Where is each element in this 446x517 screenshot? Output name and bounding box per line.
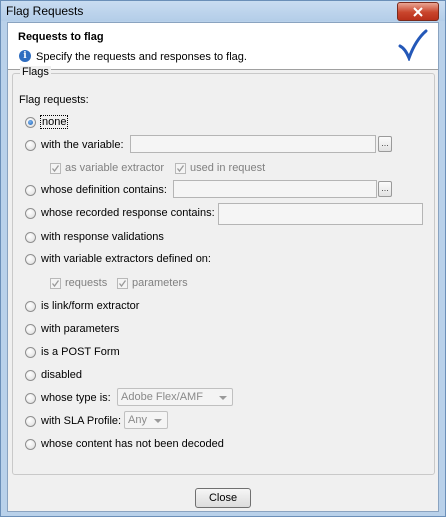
option-none[interactable]: none [25, 115, 69, 129]
option-response-validations[interactable]: with response validations [25, 231, 164, 243]
type-select-value: Adobe Flex/AMF [121, 391, 203, 403]
info-icon: i [19, 50, 31, 62]
chevron-down-icon [219, 396, 227, 400]
check-icon [176, 164, 185, 172]
parameters-label: parameters [132, 277, 188, 289]
option-none-label: none [39, 115, 69, 129]
variable-browse-button[interactable]: ... [378, 136, 392, 152]
check-icon [118, 279, 127, 287]
option-with-parameters-label: with parameters [41, 323, 120, 335]
as-variable-extractor-checkbox[interactable] [50, 162, 61, 174]
option-definition-contains-label: whose definition contains: [41, 184, 167, 196]
option-not-decoded[interactable]: whose content has not been decoded [25, 438, 224, 450]
title-bar[interactable]: Flag Requests [1, 1, 445, 21]
radio-disabled[interactable] [25, 369, 36, 381]
definition-browse-button[interactable]: ... [378, 181, 392, 197]
response-field[interactable] [218, 203, 423, 225]
option-sla-profile-label: with SLA Profile: [41, 415, 122, 427]
option-with-parameters[interactable]: with parameters [25, 323, 119, 335]
requests-label: requests [65, 277, 108, 289]
check-parameters[interactable]: parameters [117, 277, 188, 289]
option-response-contains-label: whose recorded response contains: [41, 207, 215, 219]
type-select[interactable]: Adobe Flex/AMF [117, 388, 233, 406]
chevron-down-icon [154, 419, 162, 423]
check-as-variable-extractor[interactable]: as variable extractor [50, 162, 164, 174]
option-extractors-defined-on-label: with variable extractors defined on: [41, 253, 211, 265]
definition-field[interactable] [173, 180, 377, 198]
dialog-header: Requests to flag i Specify the requests … [8, 23, 438, 70]
header-description: Specify the requests and responses to fl… [36, 51, 247, 63]
sla-select-value: Any [128, 414, 147, 426]
dialog-body: Requests to flag i Specify the requests … [7, 22, 439, 512]
radio-sla-profile[interactable] [25, 415, 36, 427]
parameters-checkbox[interactable] [117, 277, 128, 289]
radio-extractors-defined-on[interactable] [25, 253, 36, 265]
radio-with-variable[interactable] [25, 139, 36, 151]
flag-requests-text: Flag requests: [19, 94, 89, 106]
option-disabled-label: disabled [41, 369, 82, 381]
checkmark-icon [398, 29, 428, 61]
as-variable-extractor-label: as variable extractor [65, 162, 165, 174]
option-disabled[interactable]: disabled [25, 369, 82, 381]
check-icon [51, 164, 60, 172]
radio-response-contains[interactable] [25, 207, 36, 219]
radio-type-is[interactable] [25, 392, 36, 404]
option-link-form-extractor-label: is link/form extractor [41, 300, 140, 312]
option-response-contains[interactable]: whose recorded response contains: [25, 207, 215, 219]
option-with-variable[interactable]: with the variable: [25, 139, 124, 151]
dialog-window: Flag Requests Requests to flag i Specify… [0, 0, 446, 517]
option-type-is[interactable]: whose type is: [25, 392, 111, 404]
window-close-button[interactable] [397, 2, 439, 21]
close-button[interactable]: Close [195, 488, 251, 508]
check-icon [51, 279, 60, 287]
option-with-variable-label: with the variable: [41, 139, 124, 151]
check-used-in-request[interactable]: used in request [175, 162, 265, 174]
option-post-form-label: is a POST Form [41, 346, 120, 358]
requests-checkbox[interactable] [50, 277, 61, 289]
option-definition-contains[interactable]: whose definition contains: [25, 184, 167, 196]
radio-not-decoded[interactable] [25, 438, 36, 450]
option-extractors-defined-on[interactable]: with variable extractors defined on: [25, 253, 211, 265]
option-link-form-extractor[interactable]: is link/form extractor [25, 300, 139, 312]
window-title: Flag Requests [6, 4, 84, 18]
flag-requests-label: Flag requests: [19, 94, 89, 106]
radio-link-form-extractor[interactable] [25, 300, 36, 312]
used-in-request-checkbox[interactable] [175, 162, 186, 174]
option-response-validations-label: with response validations [41, 231, 164, 243]
option-post-form[interactable]: is a POST Form [25, 346, 120, 358]
radio-definition-contains[interactable] [25, 184, 36, 196]
radio-none[interactable] [25, 116, 36, 128]
option-sla-profile[interactable]: with SLA Profile: [25, 415, 121, 427]
sla-select[interactable]: Any [124, 411, 168, 429]
check-requests[interactable]: requests [50, 277, 107, 289]
option-type-is-label: whose type is: [41, 392, 111, 404]
header-title: Requests to flag [18, 31, 104, 43]
radio-response-validations[interactable] [25, 231, 36, 243]
option-not-decoded-label: whose content has not been decoded [41, 438, 224, 450]
radio-with-parameters[interactable] [25, 323, 36, 335]
close-icon [413, 6, 423, 17]
used-in-request-label: used in request [190, 162, 266, 174]
radio-post-form[interactable] [25, 346, 36, 358]
variable-field[interactable] [130, 135, 376, 153]
flags-group-label: Flags [20, 66, 51, 78]
